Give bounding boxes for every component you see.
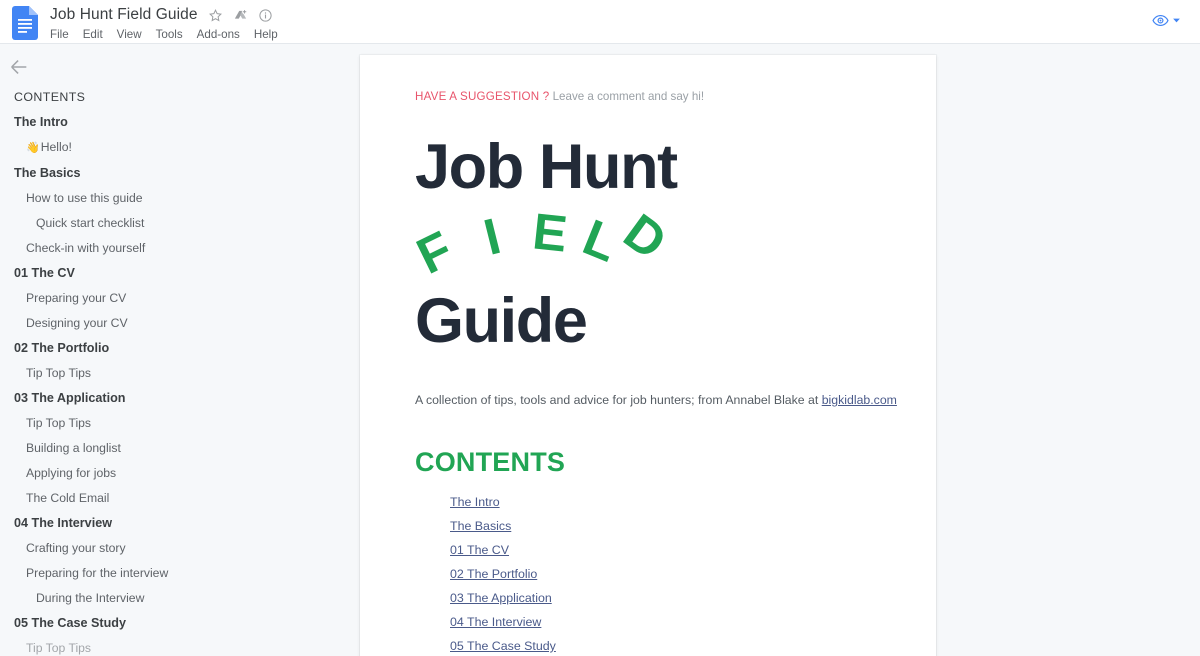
outline-item[interactable]: The Cold Email <box>0 486 200 511</box>
outline-item-label: Quick start checklist <box>36 216 145 230</box>
outline-item-label: Preparing for the interview <box>26 566 169 580</box>
menu-item-help[interactable]: Help <box>254 28 278 41</box>
suggestion-banner: HAVE A SUGGESTION ? Leave a comment and … <box>415 89 896 105</box>
waving-hand-icon: 👋 <box>26 142 40 154</box>
outline-item[interactable]: Preparing your CV <box>0 286 200 311</box>
google-docs-icon[interactable] <box>12 6 38 40</box>
doc-contents-heading: CONTENTS <box>415 447 566 477</box>
doc-title-field-word: FIELD <box>408 202 896 285</box>
outline-heading: CONTENTS <box>14 90 86 104</box>
menu-item-edit[interactable]: Edit <box>83 28 103 41</box>
field-letter: E <box>530 202 570 263</box>
outline-item-label: Preparing your CV <box>26 291 127 305</box>
document-page: HAVE A SUGGESTION ? Leave a comment and … <box>360 55 936 656</box>
outline-item-label: 01 The CV <box>14 266 75 280</box>
outline-item[interactable]: Tip Top Tips <box>0 636 200 656</box>
suggestion-rest: Leave a comment and say hi! <box>549 90 705 103</box>
doc-byline: A collection of tips, tools and advice f… <box>415 391 897 409</box>
toc-link[interactable]: 04 The Interview <box>450 614 541 630</box>
star-icon[interactable] <box>208 8 223 23</box>
outline-item-label: Tip Top Tips <box>26 366 92 380</box>
outline-item-label: How to use this guide <box>26 191 143 205</box>
outline-item-label: 02 The Portfolio <box>14 341 110 355</box>
menu-item-file[interactable]: File <box>50 28 69 41</box>
chevron-down-icon <box>1173 18 1180 22</box>
title-block: Job Hunt Field Guide File Edit View Tool… <box>50 5 278 41</box>
outline-item[interactable]: Tip Top Tips <box>0 361 200 386</box>
arrow-left-icon[interactable] <box>8 56 30 78</box>
toc-link[interactable]: The Intro <box>450 494 500 510</box>
outline-item-label: 04 The Interview <box>14 516 112 530</box>
outline-item-label: Crafting your story <box>26 541 126 555</box>
outline-item[interactable]: Quick start checklist <box>0 211 200 236</box>
outline-item-label: Check-in with yourself <box>26 241 146 255</box>
field-letter: I <box>478 207 506 266</box>
outline-item[interactable]: 03 The Application <box>0 386 200 411</box>
outline-list: The Intro 👋Hello! The Basics How to use thi… <box>0 110 200 656</box>
outline-item-label: Tip Top Tips <box>26 641 92 655</box>
byline-text: A collection of tips, tools and advice f… <box>415 393 822 407</box>
view-mode-button[interactable] <box>1146 7 1190 33</box>
move-to-folder-icon[interactable] <box>233 8 248 23</box>
outline-item[interactable]: During the Interview <box>0 586 200 611</box>
outline-item[interactable]: The Intro <box>0 110 200 135</box>
menu-item-view[interactable]: View <box>117 28 142 41</box>
field-letter: D <box>613 202 678 271</box>
outline-item-label: The Intro <box>14 115 68 129</box>
menu-item-tools[interactable]: Tools <box>156 28 183 41</box>
info-circle-icon[interactable] <box>258 8 273 23</box>
outline-item[interactable]: 04 The Interview <box>0 511 200 536</box>
table-of-contents: The Intro The Basics 01 The CV 02 The Portf… <box>415 494 896 656</box>
byline-link[interactable]: bigkidlab.com <box>822 393 897 407</box>
toc-link[interactable]: 03 The Application <box>450 590 552 606</box>
outline-item[interactable]: Crafting your story <box>0 536 200 561</box>
outline-item-label: Tip Top Tips <box>26 416 92 430</box>
outline-item-label: Designing your CV <box>26 316 128 330</box>
outline-item-label: 03 The Application <box>14 391 126 405</box>
outline-item-label: 05 The Case Study <box>14 616 126 630</box>
app-header: Job Hunt Field Guide File Edit View Tool… <box>0 0 1200 44</box>
outline-item-label: During the Interview <box>36 591 145 605</box>
eye-icon <box>1152 14 1169 26</box>
document-canvas[interactable]: HAVE A SUGGESTION ? Leave a comment and … <box>200 44 1200 656</box>
outline-item-label: Building a longlist <box>26 441 121 455</box>
field-letter: F <box>408 220 462 285</box>
suggestion-prompt: HAVE A SUGGESTION ? <box>415 90 550 103</box>
doc-title-line-3: Guide <box>415 286 588 356</box>
outline-item[interactable]: 👋Hello! <box>0 135 200 161</box>
outline-item[interactable]: 01 The CV <box>0 261 200 286</box>
document-title[interactable]: Job Hunt Field Guide <box>50 6 198 24</box>
outline-item[interactable]: The Basics <box>0 161 200 186</box>
document-outline-sidebar: CONTENTS The Intro 👋Hello! The Basics How t… <box>0 44 200 656</box>
title-icon-group <box>208 8 273 23</box>
menu-item-add-ons[interactable]: Add-ons <box>197 28 240 41</box>
outline-item[interactable]: Check-in with yourself <box>0 236 200 261</box>
menu-bar: File Edit View Tools Add-ons Help <box>50 28 278 41</box>
toc-link[interactable]: 01 The CV <box>450 542 509 558</box>
outline-item-label: The Cold Email <box>26 491 110 505</box>
doc-title-line-1: Job Hunt <box>415 132 678 202</box>
outline-item[interactable]: How to use this guide <box>0 186 200 211</box>
toc-link[interactable]: 02 The Portfolio <box>450 566 537 582</box>
field-letter: L <box>575 208 626 273</box>
outline-item-label: The Basics <box>14 166 81 180</box>
toc-link[interactable]: 05 The Case Study <box>450 638 556 654</box>
outline-item[interactable]: 02 The Portfolio <box>0 336 200 361</box>
outline-item-label: Hello! <box>40 140 72 154</box>
outline-item[interactable]: Preparing for the interview <box>0 561 200 586</box>
outline-item[interactable]: Designing your CV <box>0 311 200 336</box>
outline-item[interactable]: Building a longlist <box>0 436 200 461</box>
toc-link[interactable]: The Basics <box>450 518 511 534</box>
outline-item[interactable]: Tip Top Tips <box>0 411 200 436</box>
outline-item[interactable]: Applying for jobs <box>0 461 200 486</box>
outline-item-label: Applying for jobs <box>26 466 117 480</box>
outline-item[interactable]: 05 The Case Study <box>0 611 200 636</box>
